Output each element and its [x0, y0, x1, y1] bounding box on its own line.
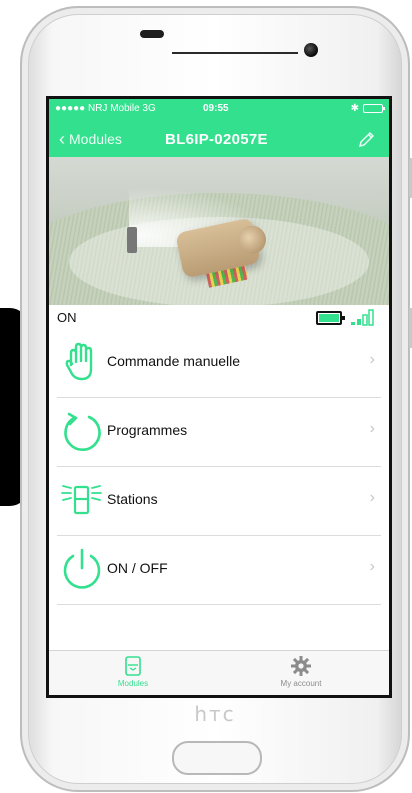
- menu-item-stations[interactable]: Stations ›: [57, 467, 381, 536]
- app-screen: ●●●●● NRJ Mobile 3G 09:55 ✱ ‹ Modules BL…: [46, 96, 392, 698]
- page-title: BL6IP-02057E: [165, 131, 268, 148]
- sprinkler-head: [127, 227, 137, 253]
- tab-my-account[interactable]: My account: [251, 655, 351, 688]
- tab-label: Modules: [117, 679, 149, 688]
- clock: 09:55: [203, 103, 229, 114]
- chevron-right-icon: ›: [369, 558, 375, 575]
- menu-item-label: Stations: [107, 491, 158, 507]
- home-button[interactable]: [172, 741, 262, 775]
- menu-item-on-off[interactable]: ON / OFF ›: [57, 536, 381, 605]
- back-label: Modules: [69, 131, 122, 147]
- menu-item-label: Commande manuelle: [107, 353, 241, 369]
- hand-icon: [65, 342, 93, 381]
- station-icon: [61, 485, 102, 515]
- earpiece-speaker: [140, 30, 164, 38]
- chevron-right-icon: ›: [369, 351, 375, 368]
- device-state-label: ON: [57, 310, 77, 325]
- chevron-right-icon: ›: [369, 420, 375, 437]
- power-icon: [63, 548, 101, 589]
- status-icons: ✱: [350, 103, 385, 114]
- menu-item-label: ON / OFF: [107, 560, 168, 576]
- menu-item-programs[interactable]: Programmes ›: [57, 398, 381, 467]
- back-button[interactable]: ‹ Modules: [59, 129, 122, 149]
- tab-modules[interactable]: Modules: [83, 655, 183, 688]
- speaker-grill: [172, 52, 298, 54]
- htc-logo: hтс: [194, 702, 236, 726]
- bluetooth-icon: ✱: [350, 103, 359, 114]
- status-bar: ●●●●● NRJ Mobile 3G 09:55 ✱: [55, 103, 385, 117]
- front-camera: [304, 43, 318, 57]
- chevron-right-icon: ›: [369, 489, 375, 506]
- tab-label: My account: [280, 679, 322, 688]
- pencil-icon[interactable]: [357, 129, 377, 149]
- tab-bar: Modules My account: [49, 650, 389, 695]
- navigation-bar: ‹ Modules BL6IP-02057E: [49, 129, 389, 151]
- signal-strength-icon: [351, 309, 374, 326]
- hero-image: [49, 157, 389, 305]
- phone-battery-icon: [363, 104, 385, 113]
- device-battery-icon: [316, 311, 345, 325]
- menu-item-label: Programmes: [107, 422, 188, 438]
- gear-icon: [291, 656, 311, 676]
- chevron-left-icon: ‹: [59, 129, 65, 149]
- refresh-icon: [64, 412, 101, 452]
- device-status-row: ON: [49, 307, 389, 329]
- main-menu: Commande manuelle › Programmes › Station…: [49, 329, 389, 605]
- top-bar: ●●●●● NRJ Mobile 3G 09:55 ✱ ‹ Modules BL…: [49, 99, 389, 157]
- carrier-label: ●●●●● NRJ Mobile 3G: [55, 103, 156, 114]
- menu-item-manual-command[interactable]: Commande manuelle ›: [57, 329, 381, 398]
- module-icon: [125, 656, 141, 676]
